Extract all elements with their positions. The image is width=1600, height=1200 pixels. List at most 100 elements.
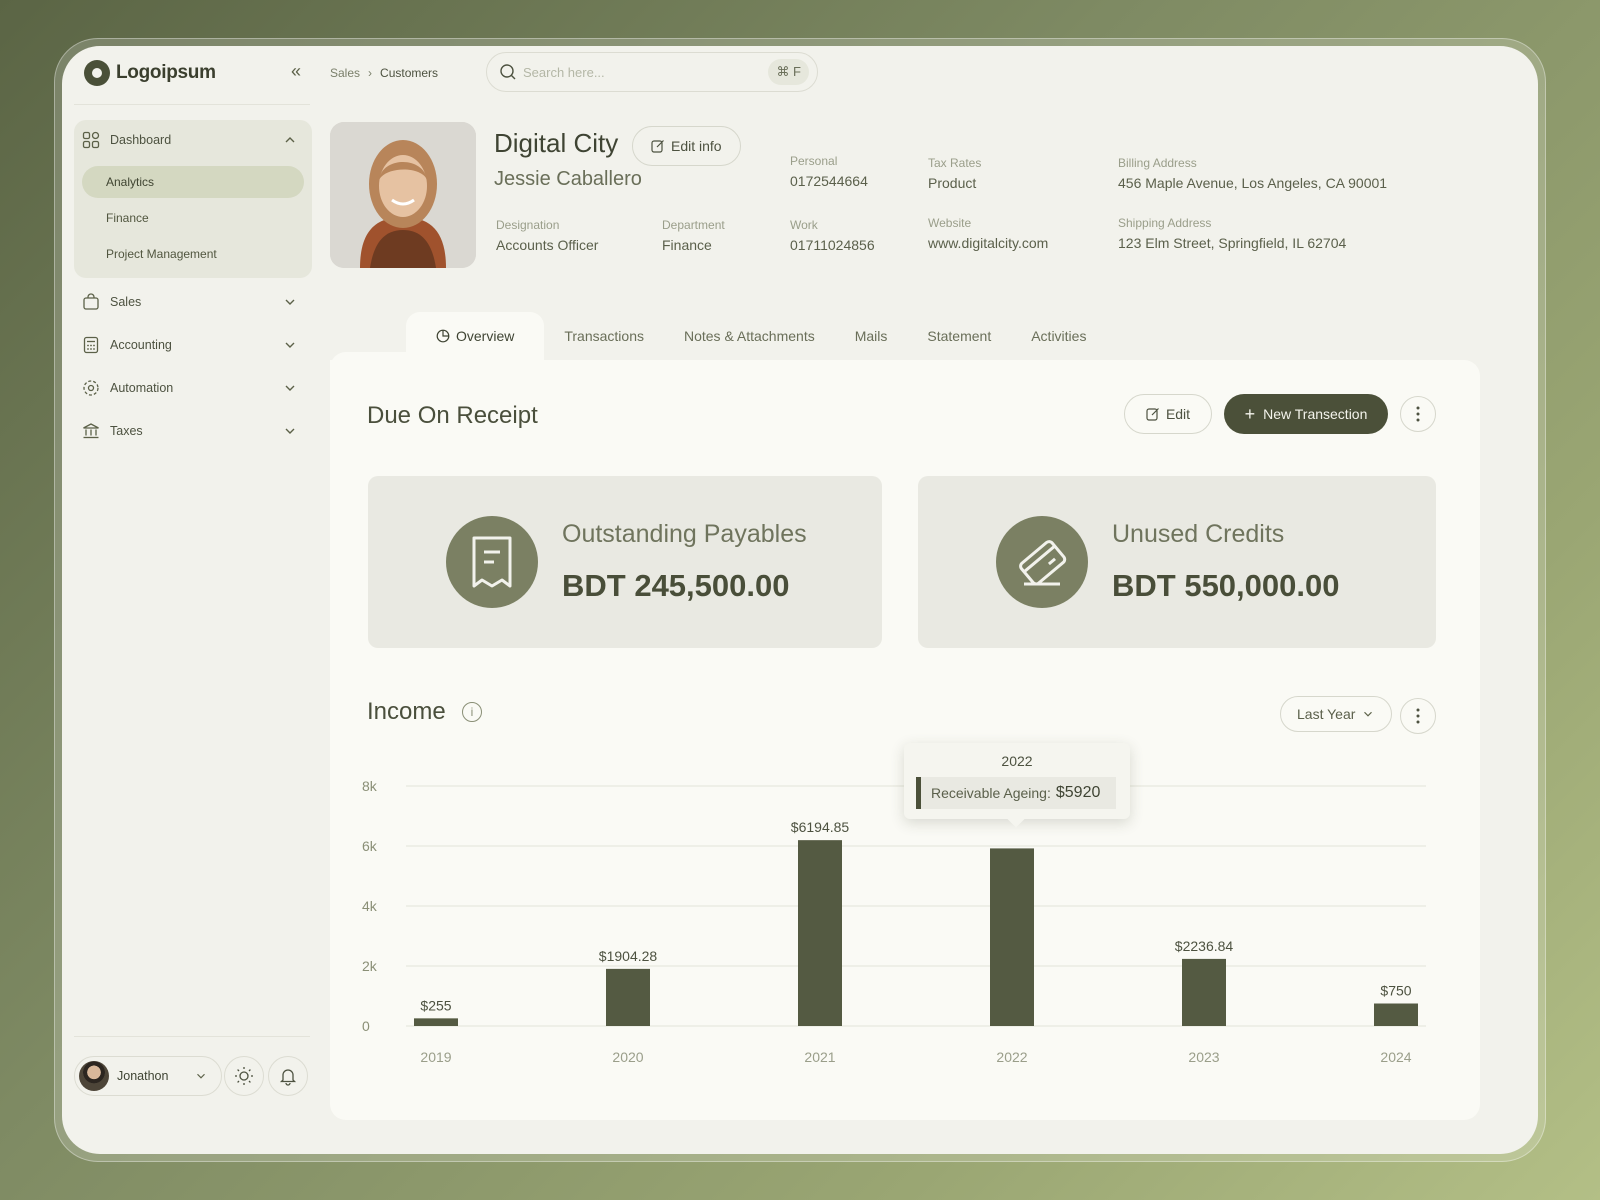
chevron-down-icon (197, 1073, 206, 1079)
customer-name: Jessie Caballero (494, 168, 642, 190)
shipping-address-field: Shipping Address 123 Elm Street, Springf… (1118, 216, 1346, 251)
field-label: Tax Rates (928, 156, 982, 170)
user-menu[interactable]: Jonathon (74, 1056, 222, 1096)
logo[interactable]: Logoipsum (84, 60, 216, 86)
period-select[interactable]: Last Year (1280, 696, 1393, 732)
tab-notes-attachments[interactable]: Notes & Attachments (664, 312, 835, 360)
sidebar-subitem-project-management[interactable]: Project Management (82, 238, 304, 270)
x-tick-label: 2021 (804, 1049, 835, 1065)
field-label: Department (662, 218, 725, 232)
search-input[interactable] (523, 64, 753, 80)
sun-icon (235, 1067, 253, 1085)
bar-2023 (1182, 958, 1226, 1026)
customer-photo (330, 122, 476, 268)
chevron-down-icon (1364, 711, 1373, 717)
stat-label: Unused Credits (1112, 520, 1285, 548)
y-tick-label: 0 (362, 1018, 370, 1034)
field-label: Designation (496, 218, 560, 232)
edit-info-label: Edit info (671, 138, 722, 154)
tab-label: Overview (456, 328, 515, 344)
user-name: Jonathon (117, 1069, 169, 1083)
pie-chart-icon (436, 329, 450, 343)
tooltip-value: $5920 (1055, 784, 1101, 801)
field-value: 01711024856 (790, 237, 875, 253)
data-label: $255 (420, 997, 451, 1013)
tooltip-label: Receivable Ageing: (931, 785, 1051, 801)
search-bar: ⌘ F (486, 52, 818, 92)
sidebar-item-label: Dashboard (110, 133, 172, 147)
sidebar-item-label: Automation (110, 381, 174, 395)
breadcrumb-customers[interactable]: Customers (380, 66, 438, 80)
chevron-down-icon (285, 428, 295, 434)
chart-tooltip: 2022 Receivable Ageing: $5920 (904, 743, 1130, 819)
tooltip-row: Receivable Ageing: $5920 (916, 777, 1116, 809)
more-options-button[interactable] (1400, 396, 1436, 432)
info-icon[interactable]: i (462, 702, 482, 722)
tab-activities[interactable]: Activities (1011, 312, 1106, 360)
more-vertical-icon (1416, 406, 1420, 422)
theme-toggle-button[interactable] (224, 1056, 264, 1096)
plus-icon: + (1244, 404, 1256, 424)
stat-value: BDT 245,500.00 (562, 568, 790, 603)
edit-info-button[interactable]: Edit info (632, 126, 741, 166)
personal-phone-field: Personal 0172544664 (790, 154, 868, 189)
work-phone-field: Work 01711024856 (790, 218, 875, 253)
logo-text: Logoipsum (116, 62, 216, 83)
income-chart: 0 2k 4k 6k 8k 2019 $255 2020 $1904.28 2021 $6194.8… (358, 766, 1488, 1126)
x-tick-label: 2022 (996, 1049, 1027, 1065)
website-field: Website www.digitalcity.com (928, 216, 1048, 251)
income-options-button[interactable] (1400, 698, 1436, 734)
chevron-down-icon (285, 385, 295, 391)
department-field: Department Finance (662, 218, 725, 253)
sidebar-item-label: Sales (110, 295, 142, 309)
unused-credits-card: Unused Credits BDT 550,000.00 (918, 476, 1436, 648)
bar-2019 (414, 1018, 458, 1026)
field-value: Product (928, 175, 977, 191)
income-bar-chart: 0 2k 4k 6k 8k 2019 $255 2020 $1904.28 2021 $6194.8… (362, 778, 1426, 1065)
bar-2022 (990, 848, 1034, 1026)
x-tick-label: 2024 (1380, 1049, 1411, 1065)
field-label: Billing Address (1118, 156, 1197, 170)
edit-icon (1146, 408, 1159, 421)
sidebar-item-accounting[interactable]: Accounting (82, 331, 304, 359)
y-tick-label: 8k (362, 778, 378, 794)
stat-value: BDT 550,000.00 (1112, 568, 1340, 603)
sidebar-item-automation[interactable]: Automation (82, 374, 304, 402)
sidebar: Logoipsum « Dashboard Analytics Finance … (62, 46, 322, 1154)
chevron-right-icon: › (368, 66, 373, 80)
breadcrumb-sales[interactable]: Sales (330, 66, 360, 80)
income-title: Income (367, 698, 446, 725)
credit-card-icon (996, 516, 1088, 608)
receipt-icon (446, 516, 538, 608)
tab-statement[interactable]: Statement (907, 312, 1011, 360)
new-transaction-button[interactable]: + New Transection (1224, 394, 1388, 434)
tab-transactions[interactable]: Transactions (544, 312, 664, 360)
tax-rates-field: Tax Rates Product (928, 156, 981, 191)
divider (74, 104, 310, 105)
sidebar-item-label: Accounting (110, 338, 172, 352)
sidebar-item-dashboard[interactable]: Dashboard (82, 126, 304, 154)
notifications-button[interactable] (268, 1056, 308, 1096)
sidebar-subitem-finance[interactable]: Finance (82, 202, 304, 234)
sidebar-item-sales[interactable]: Sales (82, 288, 304, 316)
sidebar-item-taxes[interactable]: Taxes (82, 417, 304, 445)
data-label: $1904.28 (599, 948, 658, 964)
x-tick-label: 2019 (420, 1049, 451, 1065)
field-label: Personal (790, 154, 838, 168)
search-icon (500, 64, 516, 80)
data-label: $2236.84 (1175, 938, 1234, 954)
designation-field: Designation Accounts Officer (496, 218, 598, 253)
tab-overview[interactable]: Overview (406, 312, 545, 360)
collapse-sidebar-icon[interactable]: « (284, 60, 308, 84)
data-label: $6194.85 (791, 819, 850, 835)
field-label: Website (928, 216, 972, 230)
bank-icon (82, 422, 100, 440)
field-value[interactable]: www.digitalcity.com (928, 235, 1048, 251)
customer-company: Digital City (494, 128, 619, 158)
tab-mails[interactable]: Mails (835, 312, 908, 360)
stat-label: Outstanding Payables (562, 520, 807, 548)
sidebar-subitem-analytics[interactable]: Analytics (82, 166, 304, 198)
automation-icon (82, 379, 100, 397)
edit-button[interactable]: Edit (1124, 394, 1212, 434)
field-value: Accounts Officer (496, 237, 599, 253)
